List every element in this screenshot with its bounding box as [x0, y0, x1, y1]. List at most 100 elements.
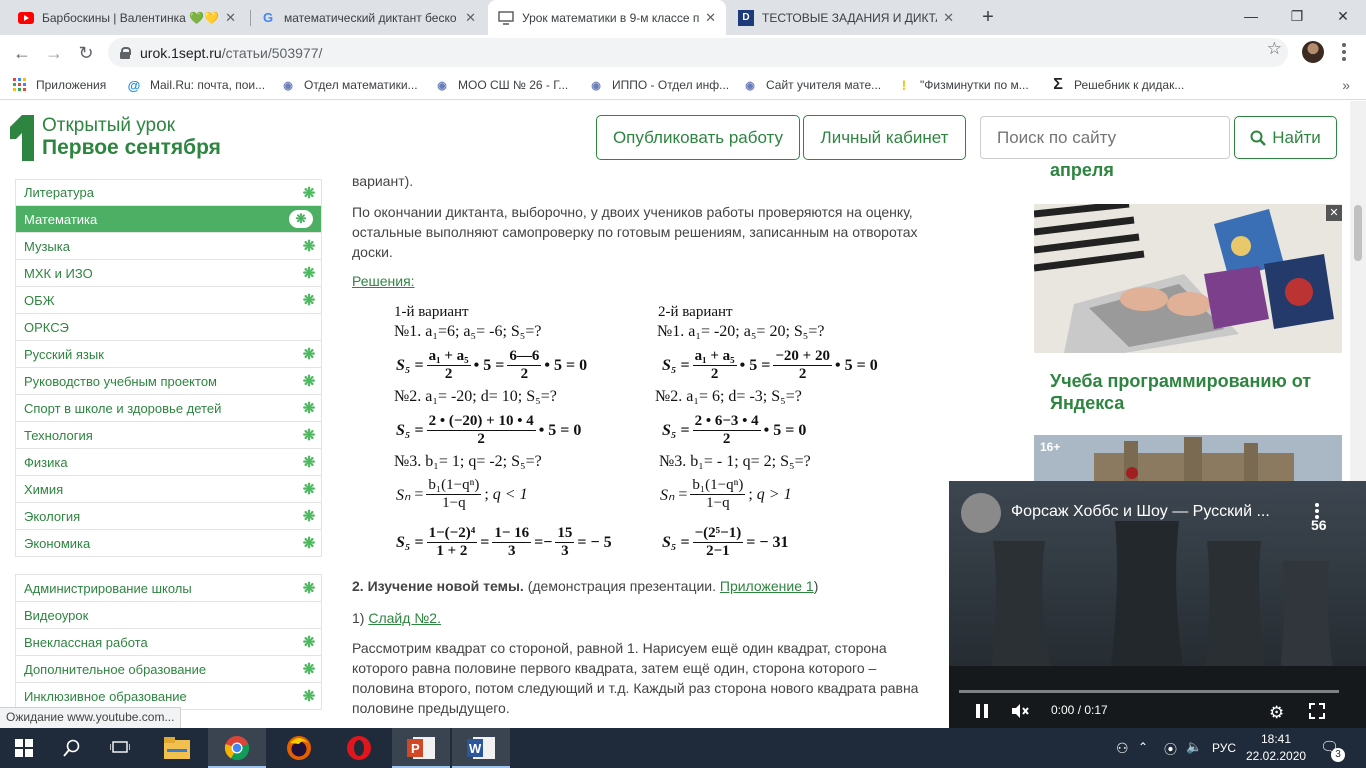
sidebar-item-orkse[interactable]: ОРКСЭ — [15, 314, 322, 341]
new-tab-button[interactable]: + — [976, 5, 1000, 29]
task-view-button[interactable] — [96, 728, 144, 768]
reload-button[interactable]: ↻ — [72, 39, 100, 67]
sidebar-item-sport[interactable]: Спорт в школе и здоровье детей ❋ — [15, 395, 322, 422]
svg-text:W: W — [469, 741, 482, 756]
back-button[interactable]: ← — [8, 39, 36, 67]
solutions-label[interactable]: Решения: — [352, 273, 415, 289]
bookmarks-overflow-button[interactable]: » — [1342, 77, 1350, 93]
fraction-numerator: −20 + 20 — [773, 348, 832, 366]
bookmark-label: МОО СШ № 26 - Г... — [458, 78, 569, 92]
mini-video-player[interactable]: Форсаж Хоббс и Шоу — Русский ... 56 0:00… — [949, 481, 1366, 728]
fullscreen-icon[interactable] — [1309, 703, 1325, 722]
browser-menu-icon[interactable] — [1336, 42, 1352, 62]
fraction-denominator: 2−1 — [706, 543, 730, 559]
maximize-button[interactable]: ❐ — [1274, 0, 1320, 32]
bookmark-mailru[interactable]: @ Mail.Ru: почта, пои... — [126, 76, 265, 94]
clock-time[interactable]: 18:41 — [1261, 732, 1291, 746]
cabinet-button[interactable]: Личный кабинет — [803, 115, 966, 160]
bookmark-teacher-site[interactable]: ◉ Сайт учителя мате... — [742, 76, 881, 94]
chrome-taskbar-button[interactable] — [208, 728, 266, 768]
clock-date[interactable]: 22.02.2020 — [1246, 749, 1306, 763]
forward-button[interactable]: → — [40, 39, 68, 67]
sidebar-item-music[interactable]: Музыка ❋ — [15, 233, 322, 260]
bookmark-fizminutki[interactable]: ! "Физминутки по м... — [896, 76, 1029, 94]
article-paragraph-2: Рассмотрим квадрат со стороной, равной 1… — [352, 640, 919, 716]
logo-title-top[interactable]: Открытый урок — [42, 115, 175, 137]
appendix-1-link[interactable]: Приложение 1 — [720, 578, 814, 594]
promo-image[interactable] — [1034, 204, 1342, 353]
fraction-numerator: 2 • (−20) + 10 • 4 — [426, 413, 536, 431]
tab-tests[interactable]: D ТЕСТОВЫЕ ЗАДАНИЯ И ДИКТАНТ ✕ — [728, 0, 964, 35]
minimize-button[interactable]: — — [1228, 0, 1274, 32]
wifi-icon[interactable]: ⦿ — [1164, 739, 1177, 758]
logo-title-bottom[interactable]: Первое сентября — [42, 136, 221, 160]
site-header: Открытый урок Первое сентября Опубликова… — [0, 101, 1366, 173]
tab-google-search[interactable]: G математический диктант беско ✕ — [250, 0, 486, 35]
promo-image-2[interactable] — [1034, 435, 1342, 485]
video-progress-bar[interactable] — [959, 690, 1339, 693]
publish-button[interactable]: Опубликовать работу — [596, 115, 800, 160]
google-icon: G — [262, 10, 274, 25]
sidebar-item-math[interactable]: Математика ❋ — [15, 206, 322, 233]
sidebar-item-ecology[interactable]: Экология ❋ — [15, 503, 322, 530]
sidebar-item-mhk-izo[interactable]: МХК и ИЗО ❋ — [15, 260, 322, 287]
people-icon[interactable]: ⚇ — [1116, 740, 1129, 757]
promo-title-fragment[interactable]: апреля — [1050, 160, 1114, 181]
sidebar-item-economics[interactable]: Экономика ❋ — [15, 530, 322, 557]
castle-illustration — [1034, 435, 1342, 485]
scrollbar-thumb[interactable] — [1354, 205, 1362, 261]
sidebar-item-inclusive-edu[interactable]: Инклюзивное образование ❋ — [15, 683, 322, 710]
powerpoint-taskbar-button[interactable]: P — [392, 728, 450, 768]
window-close-button[interactable]: ✕ — [1320, 0, 1366, 32]
bookmark-school[interactable]: ◉ МОО СШ № 26 - Г... — [434, 76, 568, 94]
sidebar-item-administration[interactable]: Администрирование школы ❋ — [15, 575, 322, 602]
search-button[interactable]: Найти — [1234, 116, 1337, 159]
close-icon[interactable]: ✕ — [705, 10, 716, 26]
sidebar-item-videolesson[interactable]: Видеоурок — [15, 602, 322, 629]
video-title[interactable]: Форсаж Хоббс и Шоу — Русский ... — [1011, 503, 1311, 521]
start-button[interactable] — [0, 728, 48, 768]
sidebar-item-obzh[interactable]: ОБЖ ❋ — [15, 287, 322, 314]
close-icon[interactable]: ✕ — [225, 10, 236, 26]
tray-chevron-icon[interactable]: ⌃ — [1138, 740, 1148, 754]
volume-icon[interactable]: 🔈 — [1186, 739, 1202, 755]
firefox-taskbar-button[interactable] — [270, 728, 328, 768]
v2-formula-3: Sₙ = b₁(1−qⁿ) 1−q; q > 1 — [660, 477, 792, 511]
opera-taskbar-button[interactable] — [330, 728, 388, 768]
language-indicator[interactable]: РУС — [1212, 741, 1236, 755]
pause-icon[interactable] — [975, 703, 989, 722]
task-view-icon — [110, 741, 130, 753]
address-bar[interactable]: urok.1sept.ru /статьи/503977/ — [108, 38, 1288, 67]
tab-title: математический диктант беско — [284, 10, 457, 25]
promo-close-button[interactable]: ✕ — [1326, 205, 1342, 221]
explorer-taskbar-button[interactable] — [148, 728, 206, 768]
channel-avatar[interactable] — [961, 493, 1001, 533]
sidebar-item-project[interactable]: Руководство учебным проектом ❋ — [15, 368, 322, 395]
sidebar-item-technology[interactable]: Технология ❋ — [15, 422, 322, 449]
bookmark-reshebnik[interactable]: Σ Решебник к дидак... — [1050, 76, 1184, 94]
search-taskbar-button[interactable] — [48, 728, 96, 768]
tab-barboskiny[interactable]: Барбоскины | Валентинка 💚💛 ✕ — [8, 0, 246, 35]
bookmark-math-dept[interactable]: ◉ Отдел математики... — [280, 76, 417, 94]
close-icon[interactable]: ✕ — [465, 10, 476, 26]
sidebar-item-extracurricular[interactable]: Внеклассная работа ❋ — [15, 629, 322, 656]
promo-title[interactable]: Учеба программированию от Яндекса — [1050, 370, 1340, 414]
profile-avatar[interactable] — [1302, 41, 1324, 63]
sidebar-item-physics[interactable]: Физика ❋ — [15, 449, 322, 476]
sidebar-item-literature[interactable]: Литература ❋ — [15, 179, 322, 206]
mute-icon[interactable] — [1011, 703, 1029, 722]
word-taskbar-button[interactable]: W — [452, 728, 510, 768]
bookmark-label: "Физминутки по м... — [920, 78, 1029, 92]
bookmark-apps[interactable]: Приложения — [12, 76, 106, 94]
close-icon[interactable]: ✕ — [943, 10, 954, 26]
tab-lesson[interactable]: Урок математики в 9-м классе п ✕ — [488, 0, 726, 35]
slide-2-link[interactable]: Слайд №2. — [368, 610, 441, 626]
bookmark-star-icon[interactable]: ☆ — [1267, 39, 1282, 59]
settings-gear-icon[interactable]: ⚙ — [1269, 703, 1284, 723]
sidebar-item-additional-edu[interactable]: Дополнительное образование ❋ — [15, 656, 322, 683]
sidebar-item-chemistry[interactable]: Химия ❋ — [15, 476, 322, 503]
sidebar-item-russian[interactable]: Русский язык ❋ — [15, 341, 322, 368]
sigma-icon: Σ — [1053, 76, 1063, 93]
bookmark-ippo[interactable]: ◉ ИППО - Отдел инф... — [588, 76, 729, 94]
site-search-input[interactable] — [980, 116, 1230, 159]
